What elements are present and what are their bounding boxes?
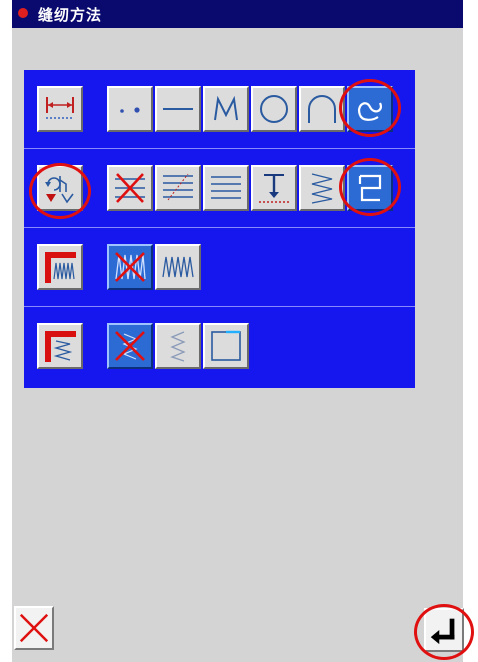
title-bar: 缝纫方法: [12, 0, 463, 28]
span-length-icon: [46, 97, 74, 119]
reverse-feed-icon: [45, 176, 74, 204]
multi-line-feed-icon: [163, 173, 193, 201]
sewing-method-screen: 缝纫方法: [12, 0, 474, 662]
zigzag-button[interactable]: [299, 165, 345, 211]
square-pattern-button[interactable]: [203, 323, 249, 369]
free-curve-icon: [358, 102, 382, 121]
zigzag-off-icon: [115, 252, 146, 282]
m-shape-icon: [214, 95, 238, 121]
needle-drop-button[interactable]: [251, 165, 297, 211]
pattern-off-button[interactable]: [107, 323, 153, 369]
zigzag-icon: [311, 173, 333, 204]
span-length-button[interactable]: [37, 86, 83, 132]
circle-icon: [260, 95, 288, 123]
enter-return-icon: [430, 618, 455, 645]
corner-pattern-icon: [45, 331, 76, 362]
square-pattern-icon: [211, 330, 241, 361]
reverse-feed-button[interactable]: [37, 165, 83, 211]
cancel-button[interactable]: [14, 606, 54, 650]
arc-button[interactable]: [299, 86, 345, 132]
w-pattern-icon: [170, 331, 186, 362]
straight-line-button[interactable]: [155, 86, 201, 132]
box-return-icon: [358, 174, 382, 202]
no-stitch-x-icon: [115, 173, 145, 203]
straight-line-icon: [163, 108, 193, 110]
parallel-lines-button[interactable]: [203, 165, 249, 211]
parallel-lines-icon: [211, 176, 241, 199]
corner-zigzag-button[interactable]: [37, 244, 83, 290]
arc-icon: [308, 95, 336, 123]
zigzag-off-button[interactable]: [107, 244, 153, 290]
multi-line-feed-button[interactable]: [155, 165, 201, 211]
m-shape-button[interactable]: [203, 86, 249, 132]
row-corner-pattern: [24, 307, 415, 385]
screen-title: 缝纫方法: [38, 6, 103, 24]
cancel-x-icon: [19, 613, 49, 643]
corner-pattern-button[interactable]: [37, 323, 83, 369]
dots-icon: [120, 107, 140, 113]
options-panel: [24, 70, 415, 388]
row-corner-zigzag: [24, 228, 415, 306]
dots-button[interactable]: [107, 86, 153, 132]
free-curve-button[interactable]: [347, 86, 393, 132]
needle-drop-icon: [259, 174, 289, 203]
circle-button[interactable]: [251, 86, 297, 132]
w-pattern-button[interactable]: [155, 323, 201, 369]
corner-zigzag-icon: [45, 252, 76, 283]
pattern-off-icon: [115, 331, 145, 361]
row-sewing-start-end: [24, 70, 415, 148]
no-stitch-x-button[interactable]: [107, 165, 153, 211]
enter-button[interactable]: [424, 608, 464, 652]
status-dot-icon: [18, 8, 28, 18]
zigzag-on-icon: [162, 256, 194, 278]
box-return-button[interactable]: [347, 165, 393, 211]
row-feed-method: [24, 149, 415, 227]
zigzag-on-button[interactable]: [155, 244, 201, 290]
